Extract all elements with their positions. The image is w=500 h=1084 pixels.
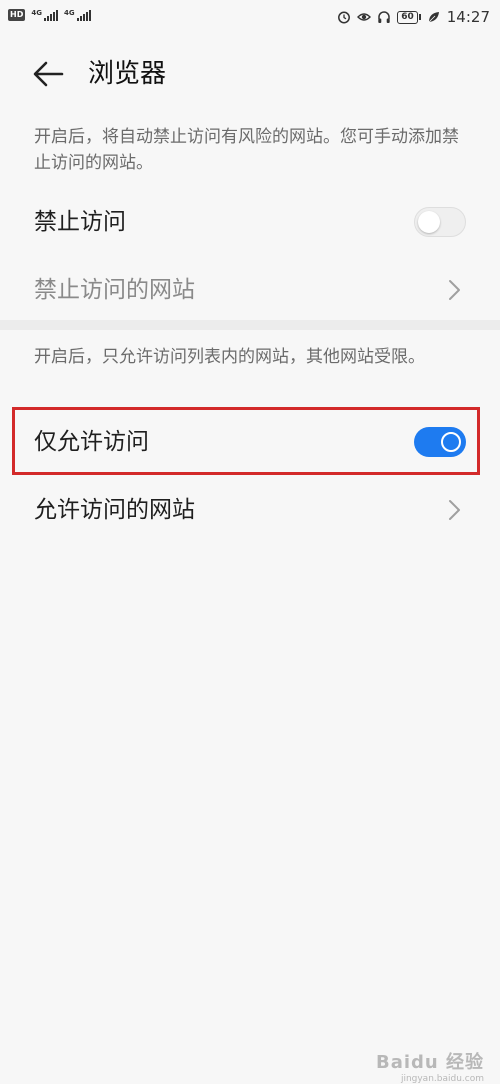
back-arrow-icon <box>33 61 64 87</box>
allow-only-description: 开启后，只允许访问列表内的网站，其他网站受限。 <box>34 347 425 367</box>
sim1-signal-icon: 4G <box>31 10 58 21</box>
allowed-sites-label: 允许访问的网站 <box>34 497 195 523</box>
battery-level: 60 <box>397 10 418 24</box>
block-access-section: 开启后，将自动禁止访问有风险的网站。您可手动添加禁止访问的网站。 禁止访问 禁止… <box>0 110 500 320</box>
highlight-annotation <box>12 407 480 475</box>
chevron-right-icon <box>449 500 460 520</box>
status-left: HD 4G 4G <box>8 9 91 21</box>
page-title: 浏览器 <box>88 59 167 89</box>
baidu-watermark-url: jingyan.baidu.com <box>400 1074 484 1084</box>
headphones-icon <box>378 11 390 23</box>
section-divider <box>0 320 500 330</box>
status-bar: HD 4G 4G 60 14:27 <box>0 0 500 36</box>
app-header: 浏览器 <box>0 40 500 108</box>
battery-icon: 60 <box>397 10 421 24</box>
blocked-sites-label: 禁止访问的网站 <box>34 277 195 303</box>
toggle-knob <box>418 211 440 233</box>
eye-comfort-icon <box>357 13 372 21</box>
blocked-sites-row[interactable]: 禁止访问的网站 <box>0 258 500 322</box>
block-access-toggle[interactable] <box>414 207 466 237</box>
block-access-description: 开启后，将自动禁止访问有风险的网站。您可手动添加禁止访问的网站。 <box>34 127 459 173</box>
leaf-icon <box>428 12 439 23</box>
status-clock: 14:27 <box>446 8 490 26</box>
back-button[interactable] <box>26 54 70 94</box>
block-access-label: 禁止访问 <box>34 209 126 235</box>
baidu-watermark: Baidu 经验 <box>375 1052 484 1073</box>
hd-badge: HD <box>8 9 26 21</box>
status-right: 60 14:27 <box>337 8 490 26</box>
sim2-signal-icon: 4G <box>64 10 91 21</box>
alarm-icon <box>338 11 351 24</box>
chevron-right-icon <box>449 280 460 300</box>
screen: HD 4G 4G 60 14:27 浏览器 开启后，将自动禁止访问有风险的网站。… <box>0 0 500 1084</box>
allowed-sites-row[interactable]: 允许访问的网站 <box>0 478 500 542</box>
block-access-toggle-row[interactable]: 禁止访问 <box>0 190 500 254</box>
